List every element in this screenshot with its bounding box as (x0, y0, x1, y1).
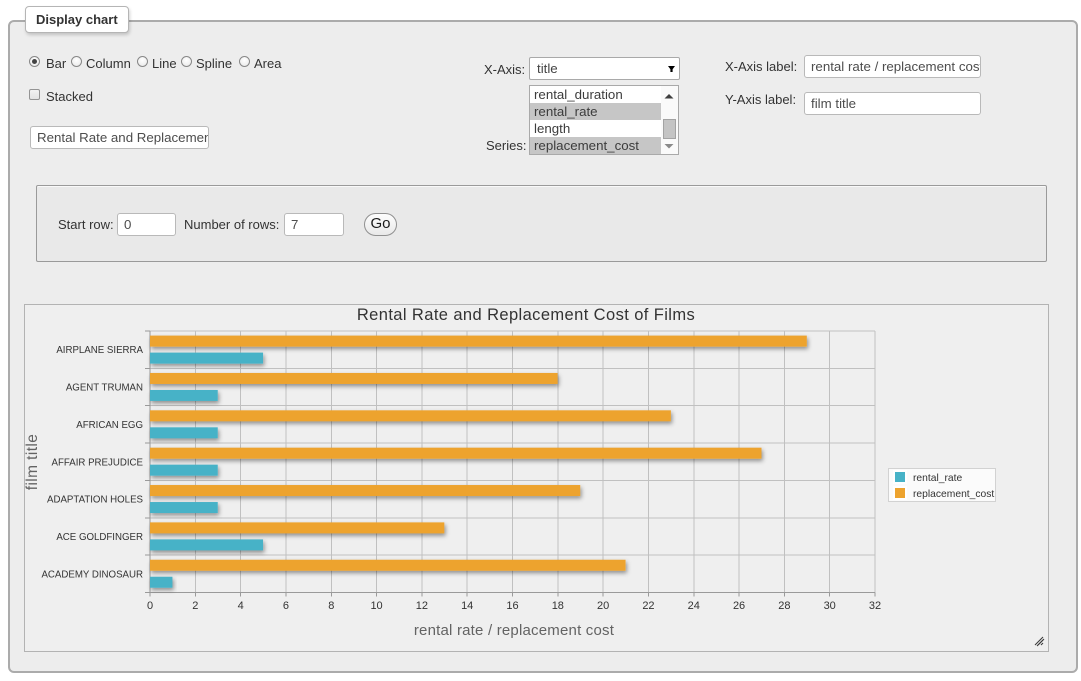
svg-text:26: 26 (733, 600, 745, 612)
svg-text:Rental Rate and Replacement Co: Rental Rate and Replacement Cost of Film… (357, 306, 695, 324)
svg-text:replacement_cost: replacement_cost (913, 489, 994, 500)
svg-text:film title: film title (25, 434, 41, 491)
svg-text:rental rate / replacement cost: rental rate / replacement cost (414, 622, 615, 639)
svg-text:8: 8 (328, 600, 334, 612)
svg-text:ACADEMY DINOSAUR: ACADEMY DINOSAUR (41, 569, 143, 580)
svg-text:ACE GOLDFINGER: ACE GOLDFINGER (56, 532, 143, 543)
svg-text:24: 24 (688, 600, 700, 612)
svg-text:16: 16 (506, 600, 518, 612)
svg-text:30: 30 (824, 600, 836, 612)
svg-text:AIRPLANE SIERRA: AIRPLANE SIERRA (56, 345, 143, 356)
svg-text:22: 22 (642, 600, 654, 612)
svg-text:28: 28 (778, 600, 790, 612)
svg-text:12: 12 (416, 600, 428, 612)
svg-text:32: 32 (869, 600, 881, 612)
svg-text:2: 2 (192, 600, 198, 612)
svg-text:AFRICAN EGG: AFRICAN EGG (76, 420, 143, 431)
svg-text:10: 10 (370, 600, 382, 612)
svg-text:rental_rate: rental_rate (913, 473, 963, 484)
svg-text:18: 18 (552, 600, 564, 612)
svg-text:14: 14 (461, 600, 473, 612)
svg-text:AGENT TRUMAN: AGENT TRUMAN (66, 383, 143, 394)
svg-text:6: 6 (283, 600, 289, 612)
svg-text:AFFAIR PREJUDICE: AFFAIR PREJUDICE (51, 457, 143, 468)
svg-text:4: 4 (238, 600, 244, 612)
svg-text:20: 20 (597, 600, 609, 612)
svg-text:ADAPTATION HOLES: ADAPTATION HOLES (47, 495, 144, 506)
svg-text:0: 0 (147, 600, 153, 612)
